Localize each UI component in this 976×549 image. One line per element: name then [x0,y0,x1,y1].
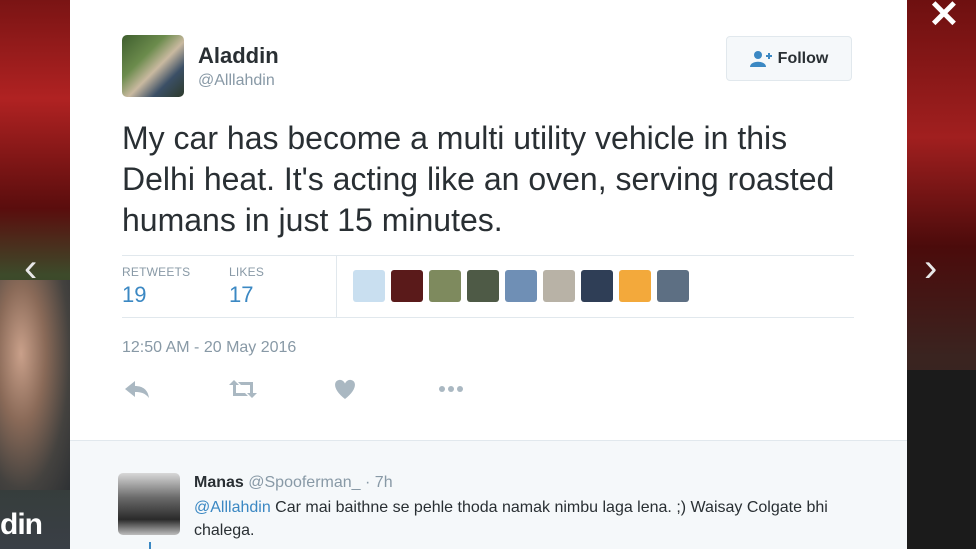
liker-avatar[interactable] [581,270,613,302]
tweet-modal: Aladdin @Alllahdin Follow My car has bec… [70,0,907,549]
author-handle[interactable]: @Alllahdin [198,72,275,90]
reply-author-name[interactable]: Manas [194,474,244,491]
stats-divider-top [122,255,854,256]
chevron-left-icon[interactable]: ‹ [24,248,37,288]
liker-avatar[interactable] [657,270,689,302]
reply-item[interactable]: Manas @Spooferman_ · 7h @Alllahdin Car m… [70,440,907,549]
close-icon[interactable]: ✕ [928,0,960,34]
reply-body: Car mai baithne se pehle thoda namak nim… [194,499,828,539]
follow-person-plus-icon [749,50,772,67]
reply-text: @Alllahdin Car mai baithne se pehle thod… [194,496,874,542]
stats-divider-bottom [122,317,854,318]
author-avatar[interactable] [122,35,184,97]
retweets-count: 19 [122,282,147,307]
retweet-icon[interactable] [228,376,258,402]
tweet-text: My car has become a multi utility vehicl… [122,120,835,238]
retweets-stat[interactable]: RETWEETS 19 [122,265,190,308]
reply-author-handle[interactable]: @Spooferman_ [248,474,360,491]
liker-avatar[interactable] [543,270,575,302]
like-heart-icon[interactable] [330,376,360,402]
liker-avatars [353,270,689,302]
follow-button-label: Follow [777,49,829,67]
background-panel-right [907,370,976,549]
liker-avatar[interactable] [391,270,423,302]
author-name[interactable]: Aladdin [198,43,279,69]
liker-avatar[interactable] [619,270,651,302]
reply-time[interactable]: · 7h [365,474,393,491]
background-name-fragment: din [0,508,43,541]
reply-thread-icon [149,542,151,549]
retweets-label: RETWEETS [122,265,191,279]
reply-header: Manas @Spooferman_ · 7h [194,474,393,492]
chevron-right-icon[interactable]: › [924,248,937,288]
background-profile-photo [0,280,70,490]
liker-avatar[interactable] [429,270,461,302]
stats-vertical-divider [336,256,337,317]
more-dots-icon[interactable] [436,376,466,402]
reply-avatar[interactable] [118,473,180,535]
follow-button[interactable]: Follow [726,36,852,81]
reply-mention-link[interactable]: @Alllahdin [194,499,271,516]
liker-avatar[interactable] [353,270,385,302]
likes-count: 17 [229,282,254,307]
liker-avatar[interactable] [467,270,499,302]
liker-avatar[interactable] [505,270,537,302]
likes-label: LIKES [229,265,265,279]
likes-stat[interactable]: LIKES 17 [229,265,264,308]
reply-icon[interactable] [122,376,152,402]
tweet-timestamp[interactable]: 12:50 AM - 20 May 2016 [122,339,296,357]
